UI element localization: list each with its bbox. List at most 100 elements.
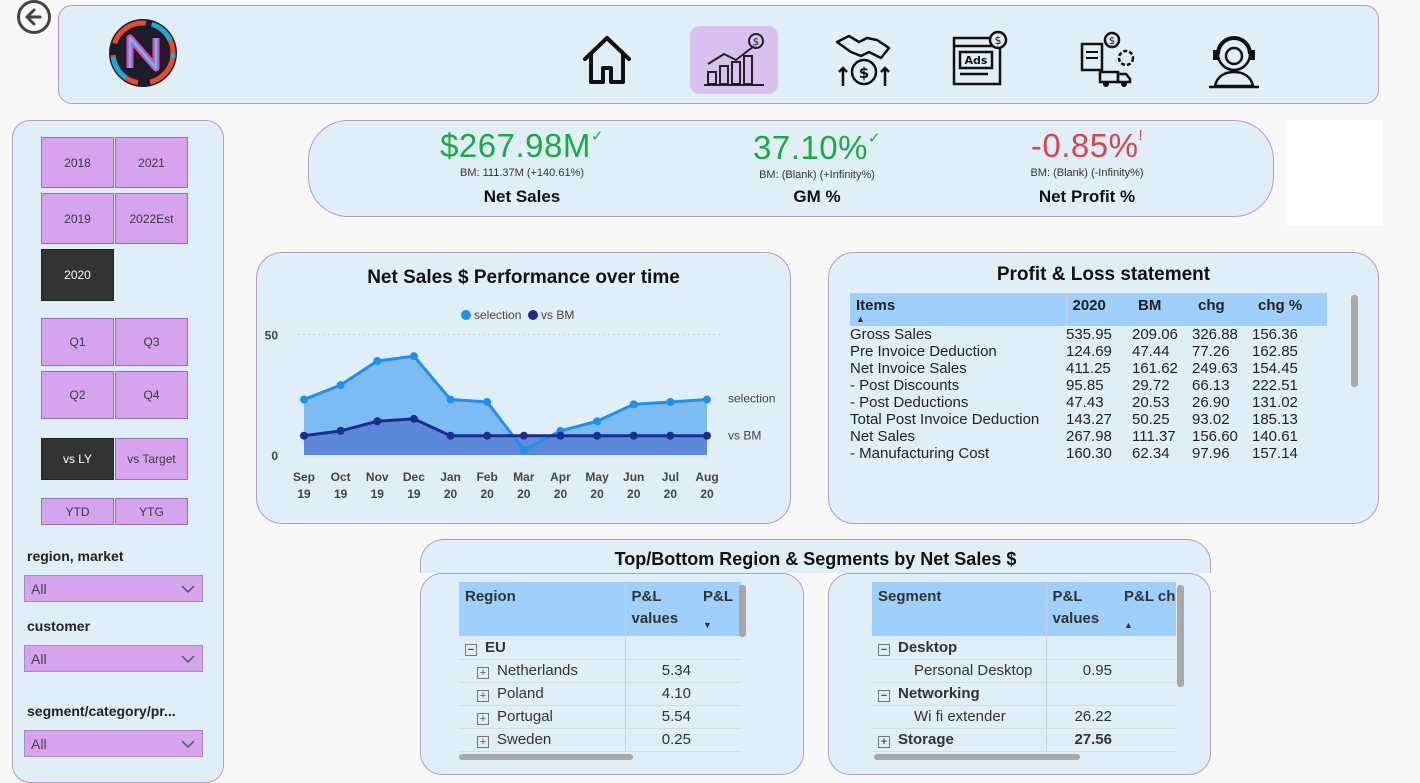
segment-row-label: − Desktop: [872, 636, 1047, 660]
nav-supply-chain[interactable]: $: [1063, 26, 1151, 94]
segment-row[interactable]: Personal Desktop 0.95: [872, 659, 1176, 683]
pl-row[interactable]: Net Sales 267.98 111.37 156.60 140.61: [850, 428, 1327, 445]
quarter-q1-chip[interactable]: Q1: [41, 318, 114, 366]
pl-cell-value: 124.69: [1066, 343, 1112, 360]
net-sales-area-chart[interactable]: 0 50 Sep 19 Oct 19 Nov 19 Dec 19 Jan 20 Feb 20 Mar 20 Ap…: [256, 300, 791, 510]
year-2020-chip[interactable]: 2020: [41, 249, 114, 301]
series-1-point: [519, 431, 528, 440]
expand-icon[interactable]: +: [477, 667, 489, 679]
region-header-region[interactable]: Region: [459, 582, 626, 636]
segment-scrollbar-h[interactable]: [874, 754, 1080, 760]
segment-row[interactable]: − Desktop: [872, 636, 1176, 660]
region-market-dropdown[interactable]: All: [24, 575, 203, 602]
segment-row[interactable]: Wi fi extender 26.22: [872, 705, 1176, 729]
region-scrollbar-h[interactable]: [459, 754, 633, 760]
region-group-row[interactable]: − EU: [459, 636, 741, 660]
expand-icon[interactable]: +: [477, 690, 489, 702]
pl-table-viewport[interactable]: Items ▲ 2020 BM chg chg % Gross Sales 535.…: [850, 293, 1327, 507]
kpi-net-sales-title: Net Sales: [483, 187, 561, 206]
year-2022est-chip[interactable]: 2022Est: [115, 193, 188, 244]
year-2018-chip[interactable]: 2018: [41, 137, 114, 188]
nav-sales[interactable]: $: [690, 26, 778, 94]
ads-icon: Ads $: [952, 30, 1008, 86]
region-row[interactable]: + Portugal 5.54: [459, 705, 741, 729]
kpi-net-sales[interactable]: $267.98M✓ BM: 111.37M (+140.61%) Net Sal…: [422, 127, 622, 207]
back-button[interactable]: [17, 0, 51, 34]
pl-row[interactable]: Total Post Invoice Deduction 143.27 50.25 9…: [850, 411, 1327, 428]
quarter-q2-chip[interactable]: Q2: [41, 371, 114, 419]
series-0-point: [629, 400, 638, 409]
pl-row[interactable]: Gross Sales 535.95 209.06 326.88 156.36: [850, 326, 1327, 343]
nav-finance[interactable]: $: [820, 26, 908, 94]
region-row[interactable]: + Sweden 0.25: [459, 728, 741, 752]
pl-row-label: Net Sales: [850, 428, 916, 445]
pl-row[interactable]: - Manufacturing Cost 160.30 62.34 97.96 157.…: [850, 445, 1327, 462]
collapse-icon[interactable]: −: [465, 643, 477, 656]
year-2021-chip[interactable]: 2021: [115, 137, 188, 188]
quarter-q4-chip[interactable]: Q4: [115, 371, 188, 419]
quarter-q3-chip[interactable]: Q3: [115, 318, 188, 366]
kpi-net-profit[interactable]: -0.85%! BM: (Blank) (-Infinity%) Net Pro…: [987, 127, 1187, 207]
x-tick-label: 20: [554, 487, 568, 501]
x-tick-label: 19: [334, 487, 348, 501]
pl-row[interactable]: Net Invoice Sales 411.25 161.62 249.63 154.4…: [850, 360, 1327, 377]
collapse-icon[interactable]: −: [878, 643, 890, 656]
ytg-chip[interactable]: YTG: [115, 498, 188, 525]
region-row[interactable]: + Poland 4.10: [459, 682, 741, 706]
kpi-gm-value: 37.10%: [752, 129, 868, 166]
support-agent-icon: [1209, 36, 1259, 89]
expand-icon[interactable]: +: [477, 736, 489, 748]
nav-marketing[interactable]: Ads $: [935, 26, 1023, 94]
pl-cell-value: 93.02: [1192, 411, 1230, 428]
region-row[interactable]: + Netherlands 5.34: [459, 659, 741, 683]
check-icon: ✓: [867, 130, 881, 147]
pl-header-chg[interactable]: chg: [1192, 293, 1252, 326]
y-tick-label: 0: [271, 449, 278, 463]
region-header-chg[interactable]: P&L ▼: [697, 582, 741, 636]
pl-header-year[interactable]: 2020: [1066, 293, 1132, 326]
segment-row[interactable]: + Storage 27.56: [872, 728, 1176, 752]
pl-header-bm[interactable]: BM: [1132, 293, 1192, 326]
kpi-gm[interactable]: 37.10%✓ BM: (Blank) (+Infinity%) GM %: [717, 129, 917, 207]
region-matrix-viewport[interactable]: Region P&L values P&L ▼ − EU + Netherlands 5.…: [459, 582, 741, 753]
segment-header-segment[interactable]: Segment: [872, 582, 1047, 636]
region-header-values[interactable]: P&L values: [625, 582, 697, 636]
collapse-icon[interactable]: −: [878, 690, 890, 702]
segment-header-values[interactable]: P&L values: [1046, 582, 1118, 636]
vs-target-chip[interactable]: vs Target: [115, 438, 188, 480]
segment-category-dropdown[interactable]: All: [24, 730, 203, 757]
pl-cell-value: 47.44: [1132, 343, 1170, 360]
series-0-point: [336, 381, 345, 390]
x-tick-label: May: [585, 470, 609, 484]
kpi-net-sales-value: $267.98M: [440, 127, 591, 164]
pl-row[interactable]: - Post Discounts 95.85 29.72 66.13 222.51: [850, 377, 1327, 394]
region-market-label: region, market: [27, 548, 124, 564]
sort-desc-icon: ▼: [703, 620, 712, 630]
pl-header-items[interactable]: Items ▲: [850, 293, 1067, 326]
pl-cell-value: 143.27: [1066, 411, 1112, 428]
region-scrollbar-v[interactable]: [739, 585, 746, 637]
expand-icon[interactable]: +: [477, 713, 489, 725]
segment-scrollbar-v[interactable]: [1177, 585, 1184, 687]
expand-icon[interactable]: +: [878, 736, 890, 748]
nav-support[interactable]: [1190, 26, 1278, 94]
ytd-chip[interactable]: YTD: [41, 498, 114, 525]
pl-cell-value: 140.61: [1252, 428, 1298, 445]
pl-cell-value: 50.25: [1132, 411, 1170, 428]
pl-cell-value: 131.02: [1252, 394, 1298, 411]
segment-matrix-viewport[interactable]: Segment P&L values P&L ch ▲ − Desktop Perso…: [872, 582, 1176, 753]
customer-label: customer: [27, 618, 91, 634]
region-row-value: 5.54: [625, 705, 697, 729]
pl-scrollbar[interactable]: [1351, 295, 1358, 387]
pl-row[interactable]: - Post Deductions 47.43 20.53 26.90 131.02: [850, 394, 1327, 411]
pl-header-chg-pct[interactable]: chg %: [1252, 293, 1327, 326]
pl-title: Profit & Loss statement: [996, 264, 1211, 285]
segment-row[interactable]: − Networking: [872, 682, 1176, 706]
pl-row-label: Net Invoice Sales: [850, 360, 967, 377]
nav-home[interactable]: [563, 26, 651, 94]
pl-row[interactable]: Pre Invoice Deduction 124.69 47.44 77.26 162…: [850, 343, 1327, 360]
customer-dropdown[interactable]: All: [24, 645, 203, 672]
segment-header-chg[interactable]: P&L ch ▲: [1118, 582, 1176, 636]
vs-ly-chip[interactable]: vs LY: [41, 438, 114, 480]
year-2019-chip[interactable]: 2019: [41, 193, 114, 244]
